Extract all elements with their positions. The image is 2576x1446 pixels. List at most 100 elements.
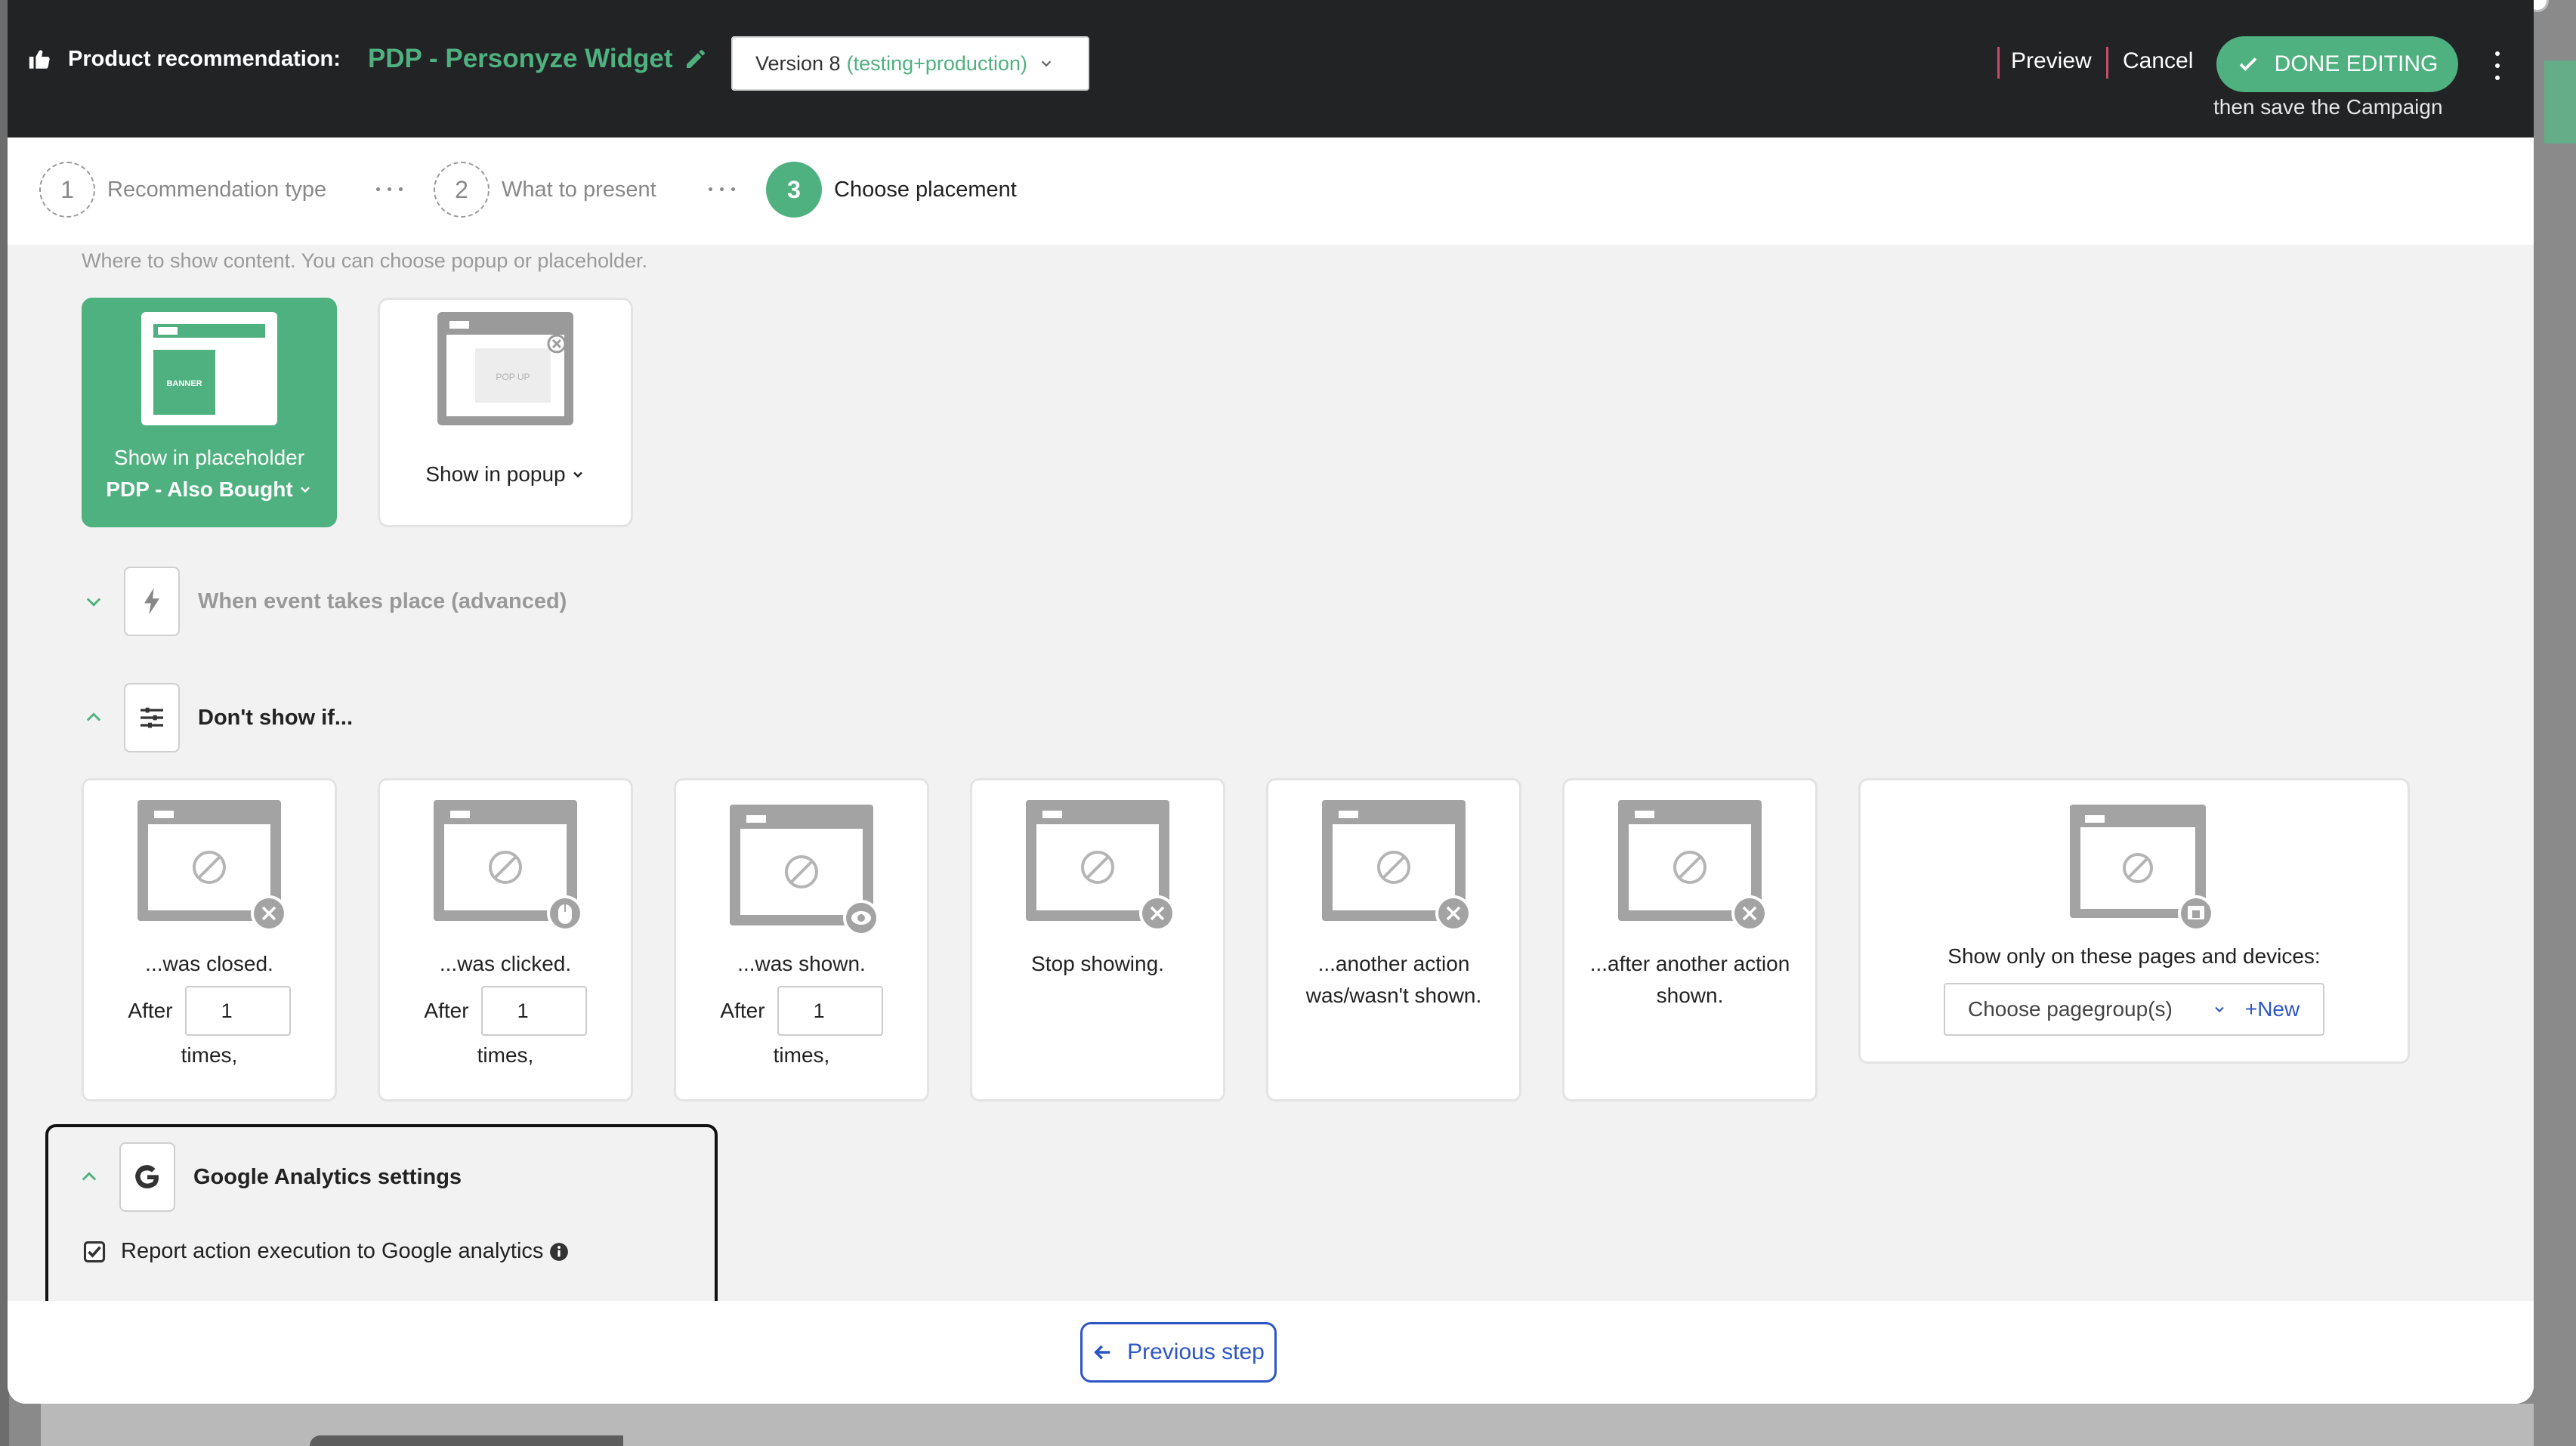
condition-card-closed[interactable]: ...was closed. After 1 times, — [82, 778, 337, 1101]
dont-show-section-toggle[interactable]: Don't show if... — [83, 683, 353, 752]
browser-icon — [434, 800, 583, 932]
header-label: Product recommendation: — [68, 46, 341, 71]
browser-icon — [2070, 805, 2214, 932]
chevron-down-icon — [86, 598, 101, 607]
previous-step-button[interactable]: Previous step — [1080, 1322, 1277, 1383]
browser-icon — [730, 805, 879, 936]
condition-title: Show only on these pages and devices: — [1947, 944, 2321, 968]
chevron-down-icon — [300, 487, 310, 493]
dont-show-section-label: Don't show if... — [198, 705, 354, 730]
step-1[interactable]: 1 Recommendation type — [39, 162, 326, 218]
chevron-up-icon — [82, 1172, 97, 1181]
chevron-down-icon — [1041, 60, 1052, 67]
condition-title: ...was shown. — [737, 952, 866, 975]
event-section-label: When event takes place (advanced) — [198, 589, 567, 613]
modal-footer: Previous step — [8, 1301, 2534, 1404]
pencil-icon[interactable] — [684, 47, 708, 71]
google-analytics-section: Google Analytics settings Report action … — [45, 1124, 718, 1313]
placeholder-card[interactable]: BANNER Show in placeholder PDP - Also Bo… — [82, 298, 337, 527]
modal-header: Product recommendation: PDP - Personyze … — [8, 0, 2534, 137]
times-input[interactable]: 1 — [184, 986, 291, 1036]
version-select[interactable]: Version 8 (testing+production) — [731, 36, 1089, 91]
previous-step-label: Previous step — [1127, 1339, 1265, 1364]
step-label: Choose placement — [834, 177, 1017, 202]
event-section-toggle[interactable]: When event takes place (advanced) — [83, 567, 567, 636]
popup-icon: POP UP — [437, 312, 573, 425]
step-label: What to present — [502, 177, 656, 202]
ga-report-checkbox[interactable]: Report action execution to Google analyt… — [83, 1239, 569, 1264]
browser-icon — [1322, 800, 1472, 932]
save-hint: then save the Campaign — [2213, 95, 2443, 119]
thumbs-up-icon — [29, 50, 50, 69]
version-env: (testing+production) — [846, 51, 1027, 75]
done-editing-label: DONE EDITING — [2274, 51, 2439, 76]
step-2[interactable]: 2 What to present — [434, 162, 656, 218]
after-label: After — [424, 999, 469, 1022]
pagegroup-placeholder: Choose pagegroup(s) — [1968, 997, 2173, 1021]
step-label: Recommendation type — [107, 177, 327, 202]
popup-graphic-text: POP UP — [496, 372, 530, 382]
check-icon — [2239, 57, 2256, 71]
more-options-icon[interactable] — [2490, 47, 2505, 85]
checkbox-checked-icon[interactable] — [83, 1241, 106, 1263]
preview-link[interactable]: Preview — [2011, 48, 2092, 74]
condition-title: ...another action was/wasn't shown. — [1305, 952, 1482, 1007]
condition-card-clicked[interactable]: ...was clicked. After 1 times, — [378, 778, 633, 1101]
lightning-icon — [124, 567, 180, 636]
widget-name[interactable]: PDP - Personyze Widget — [368, 44, 673, 74]
times-label: times, — [477, 1043, 534, 1067]
chevron-down-icon — [573, 471, 582, 478]
browser-icon — [1618, 800, 1768, 932]
condition-title: ...was closed. — [145, 952, 273, 975]
background-accent — [2544, 60, 2576, 144]
times-label: times, — [773, 1043, 830, 1067]
step-3[interactable]: 3 Choose placement — [766, 162, 1017, 218]
step-number: 3 — [766, 162, 822, 218]
condition-title: ...after another action shown. — [1589, 952, 1790, 1007]
condition-card-shown[interactable]: ...was shown. After 1 times, — [674, 778, 929, 1101]
times-input[interactable]: 1 — [480, 986, 587, 1036]
placeholder-label: Show in placeholder — [113, 446, 305, 469]
popup-card[interactable]: POP UP Show in popup — [378, 298, 633, 527]
pagegroup-select[interactable]: Choose pagegroup(s) +New — [1944, 983, 2324, 1036]
times-label: times, — [181, 1043, 238, 1067]
done-editing-button[interactable]: DONE EDITING — [2216, 36, 2458, 92]
banner-graphic-text: BANNER — [166, 379, 202, 388]
condition-card-another-action[interactable]: ...another action was/wasn't shown. — [1266, 778, 1521, 1101]
placement-subtitle: Where to show content. You can choose po… — [82, 249, 648, 272]
condition-title: Stop showing. — [1031, 952, 1164, 975]
background-bar — [310, 1435, 623, 1446]
header-title: Product recommendation: PDP - Personyze … — [27, 44, 708, 74]
after-label: After — [128, 999, 173, 1022]
cancel-link[interactable]: Cancel — [2123, 48, 2193, 74]
step-number: 1 — [39, 162, 95, 218]
version-label: Version 8 — [755, 51, 841, 75]
chevron-up-icon — [86, 712, 101, 721]
after-label: After — [720, 999, 765, 1022]
popup-label: Show in popup — [425, 462, 566, 486]
condition-card-stop-showing[interactable]: Stop showing. — [970, 778, 1225, 1101]
new-pagegroup-link[interactable]: +New — [2245, 997, 2300, 1021]
chevron-down-icon — [2215, 1006, 2224, 1012]
browser-icon — [1026, 800, 1175, 932]
banner-icon: BANNER — [141, 312, 277, 425]
condition-card-after-another-action[interactable]: ...after another action shown. — [1562, 778, 1818, 1101]
condition-title: ...was clicked. — [439, 952, 572, 975]
step-separator — [709, 187, 735, 191]
ga-report-label: Report action execution to Google analyt… — [121, 1239, 544, 1263]
arrow-left-icon — [1094, 1345, 1110, 1360]
stepper: 1 Recommendation type 2 What to present … — [8, 137, 2534, 245]
divider — [2106, 47, 2108, 79]
step-number: 2 — [434, 162, 490, 218]
placeholder-select[interactable]: PDP - Also Bought — [106, 474, 292, 505]
ga-section-label: Google Analytics settings — [193, 1164, 462, 1189]
info-icon[interactable] — [549, 1242, 569, 1262]
browser-icon — [137, 800, 287, 932]
times-input[interactable]: 1 — [777, 986, 883, 1036]
condition-card-pages-devices[interactable]: Show only on these pages and devices: Ch… — [1858, 778, 2410, 1064]
step-separator — [376, 187, 403, 191]
ga-section-toggle[interactable]: Google Analytics settings — [79, 1142, 462, 1212]
divider — [1997, 47, 2000, 79]
google-icon — [119, 1142, 175, 1212]
placement-modal: Product recommendation: PDP - Personyze … — [8, 0, 2534, 1404]
